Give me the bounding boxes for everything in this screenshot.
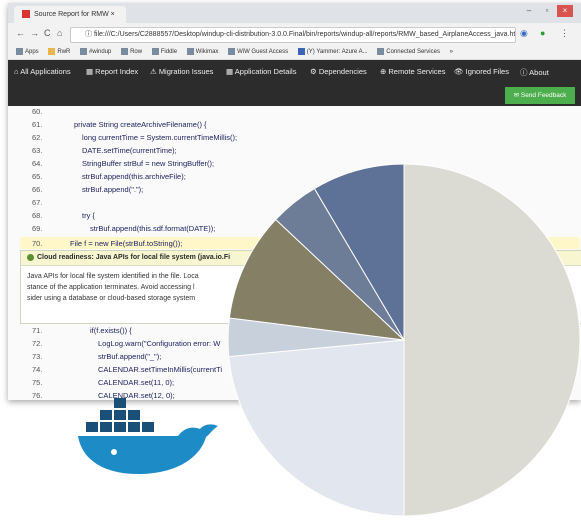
code-line: StringBuffer strBuf = new StringBuffer()… (82, 159, 215, 168)
code-line: private String createArchiveFilename() { (74, 120, 207, 129)
address-toolbar: ← → C ⌂ ⓘ file:///C:/Users/C2888557/Desk… (8, 23, 581, 45)
line-number: 72. (32, 339, 43, 348)
folder-icon (48, 47, 56, 55)
code-line: CALENDAR.setTimeInMillis(currentTi (98, 365, 223, 374)
favicon-icon (22, 10, 30, 19)
code-line: strBuf.append(this.archiveFile); (82, 172, 186, 181)
code-line: File f = new File(strBuf.toString()); (70, 239, 183, 248)
nav-about[interactable]: ⓘ About (520, 67, 549, 78)
whale-eye (111, 449, 117, 455)
yammer-icon (297, 47, 305, 55)
back-button[interactable]: ← (16, 28, 25, 38)
bookmark-item[interactable]: Connected Services (377, 45, 440, 59)
send-feedback-button[interactable]: ✉ Send Feedback (505, 87, 575, 104)
line-number: 69. (32, 224, 43, 233)
nav-migration-issues[interactable]: ⚠ Migration Issues (150, 67, 213, 76)
code-line: try { (82, 211, 95, 220)
page-icon (151, 47, 159, 55)
pie-slices (227, 163, 581, 517)
line-number: 68. (32, 211, 43, 220)
bookmark-item[interactable]: #windup (80, 45, 111, 59)
line-number: 70. (32, 239, 43, 248)
reload-button[interactable]: C (44, 28, 51, 38)
code-line: if(f.exists()) { (90, 326, 132, 335)
bookmark-item[interactable]: Apps (16, 45, 39, 59)
docker-logo-icon (78, 398, 218, 474)
nav-application-details[interactable]: ▦ Application Details (226, 67, 296, 76)
bookmark-item[interactable]: Wikimax (186, 45, 218, 59)
pie-slice-1 (403, 163, 581, 517)
line-number: 71. (32, 326, 43, 335)
close-window-button[interactable]: × (557, 5, 573, 17)
line-number: 60. (32, 107, 43, 116)
line-number: 63. (32, 146, 43, 155)
code-line: LogLog.warn("Configuration error: W (98, 339, 221, 348)
code-line: DATE.setTime(currentTime); (82, 146, 177, 155)
tab-bar: Source Report for RMW × – ▫ × (8, 3, 581, 23)
line-number: 74. (32, 365, 43, 374)
nav-all-applications[interactable]: ⌂ All Applications (14, 67, 71, 76)
nav-ignored-files[interactable]: 👁 Ignored Files (454, 67, 509, 76)
page-icon (377, 47, 385, 55)
maximize-button[interactable]: ▫ (539, 5, 555, 17)
bookmark-item[interactable]: Row (121, 45, 142, 59)
forward-button[interactable]: → (30, 28, 39, 38)
apps-icon (16, 47, 23, 55)
line-number: 61. (32, 120, 43, 129)
minimize-button[interactable]: – (521, 5, 537, 17)
app-sub-bar: ✉ Send Feedback (8, 84, 581, 106)
line-number: 66. (32, 185, 43, 194)
info-icon (27, 253, 34, 261)
container-stack (86, 398, 154, 432)
bookmark-item[interactable]: Fiddle (151, 45, 177, 59)
pie-slice-2 (228, 339, 405, 517)
pie-chart (227, 163, 581, 517)
code-line: strBuf.append("_"); (98, 352, 162, 361)
nav-dependencies[interactable]: ⚙ Dependencies (310, 67, 367, 76)
nav-remote-services[interactable]: ⊕ Remote Services (380, 67, 445, 76)
line-number: 65. (32, 172, 43, 181)
code-line: CALENDAR.set(11, 0); (98, 378, 175, 387)
more-bookmarks-button[interactable]: » (450, 45, 453, 59)
bookmarks-bar: Apps RwR #windup Row Fiddle Wikimax WiW … (8, 45, 581, 60)
extension-icon[interactable]: ◉ (520, 28, 528, 39)
bookmark-item[interactable]: WiW Guest Access (228, 45, 288, 59)
page-icon (186, 47, 194, 55)
line-number: 67. (32, 198, 43, 207)
bookmark-item[interactable]: (Y) Yammer: Azure A... (297, 45, 368, 59)
page-icon (80, 47, 88, 55)
line-number: 75. (32, 378, 43, 387)
line-number: 62. (32, 133, 43, 142)
code-line: strBuf.append("."); (82, 185, 144, 194)
page-icon (121, 47, 129, 55)
line-number: 76. (32, 391, 43, 400)
menu-icon[interactable]: ⋮ (560, 28, 569, 39)
nav-report-index[interactable]: ▦ Report Index (86, 67, 138, 76)
app-nav-bar: ⌂ All Applications ▦ Report Index ⚠ Migr… (8, 60, 581, 84)
home-button[interactable]: ⌂ (57, 28, 62, 38)
page-icon (228, 47, 236, 55)
code-line: long currentTime = System.currentTimeMil… (82, 133, 238, 142)
extension-icon-2[interactable]: ● (540, 28, 545, 38)
code-line: strBuf.append(this.sdf.format(DATE)); (90, 224, 216, 233)
tab-title: Source Report for RMW × (34, 11, 115, 18)
address-bar[interactable]: ⓘ file:///C:/Users/C2888557/Desktop/wind… (70, 27, 516, 43)
line-number: 73. (32, 352, 43, 361)
line-number: 64. (32, 159, 43, 168)
window-controls: – ▫ × (521, 5, 573, 17)
browser-tab[interactable]: Source Report for RMW × (14, 6, 126, 23)
bookmark-item[interactable]: RwR (48, 45, 70, 59)
